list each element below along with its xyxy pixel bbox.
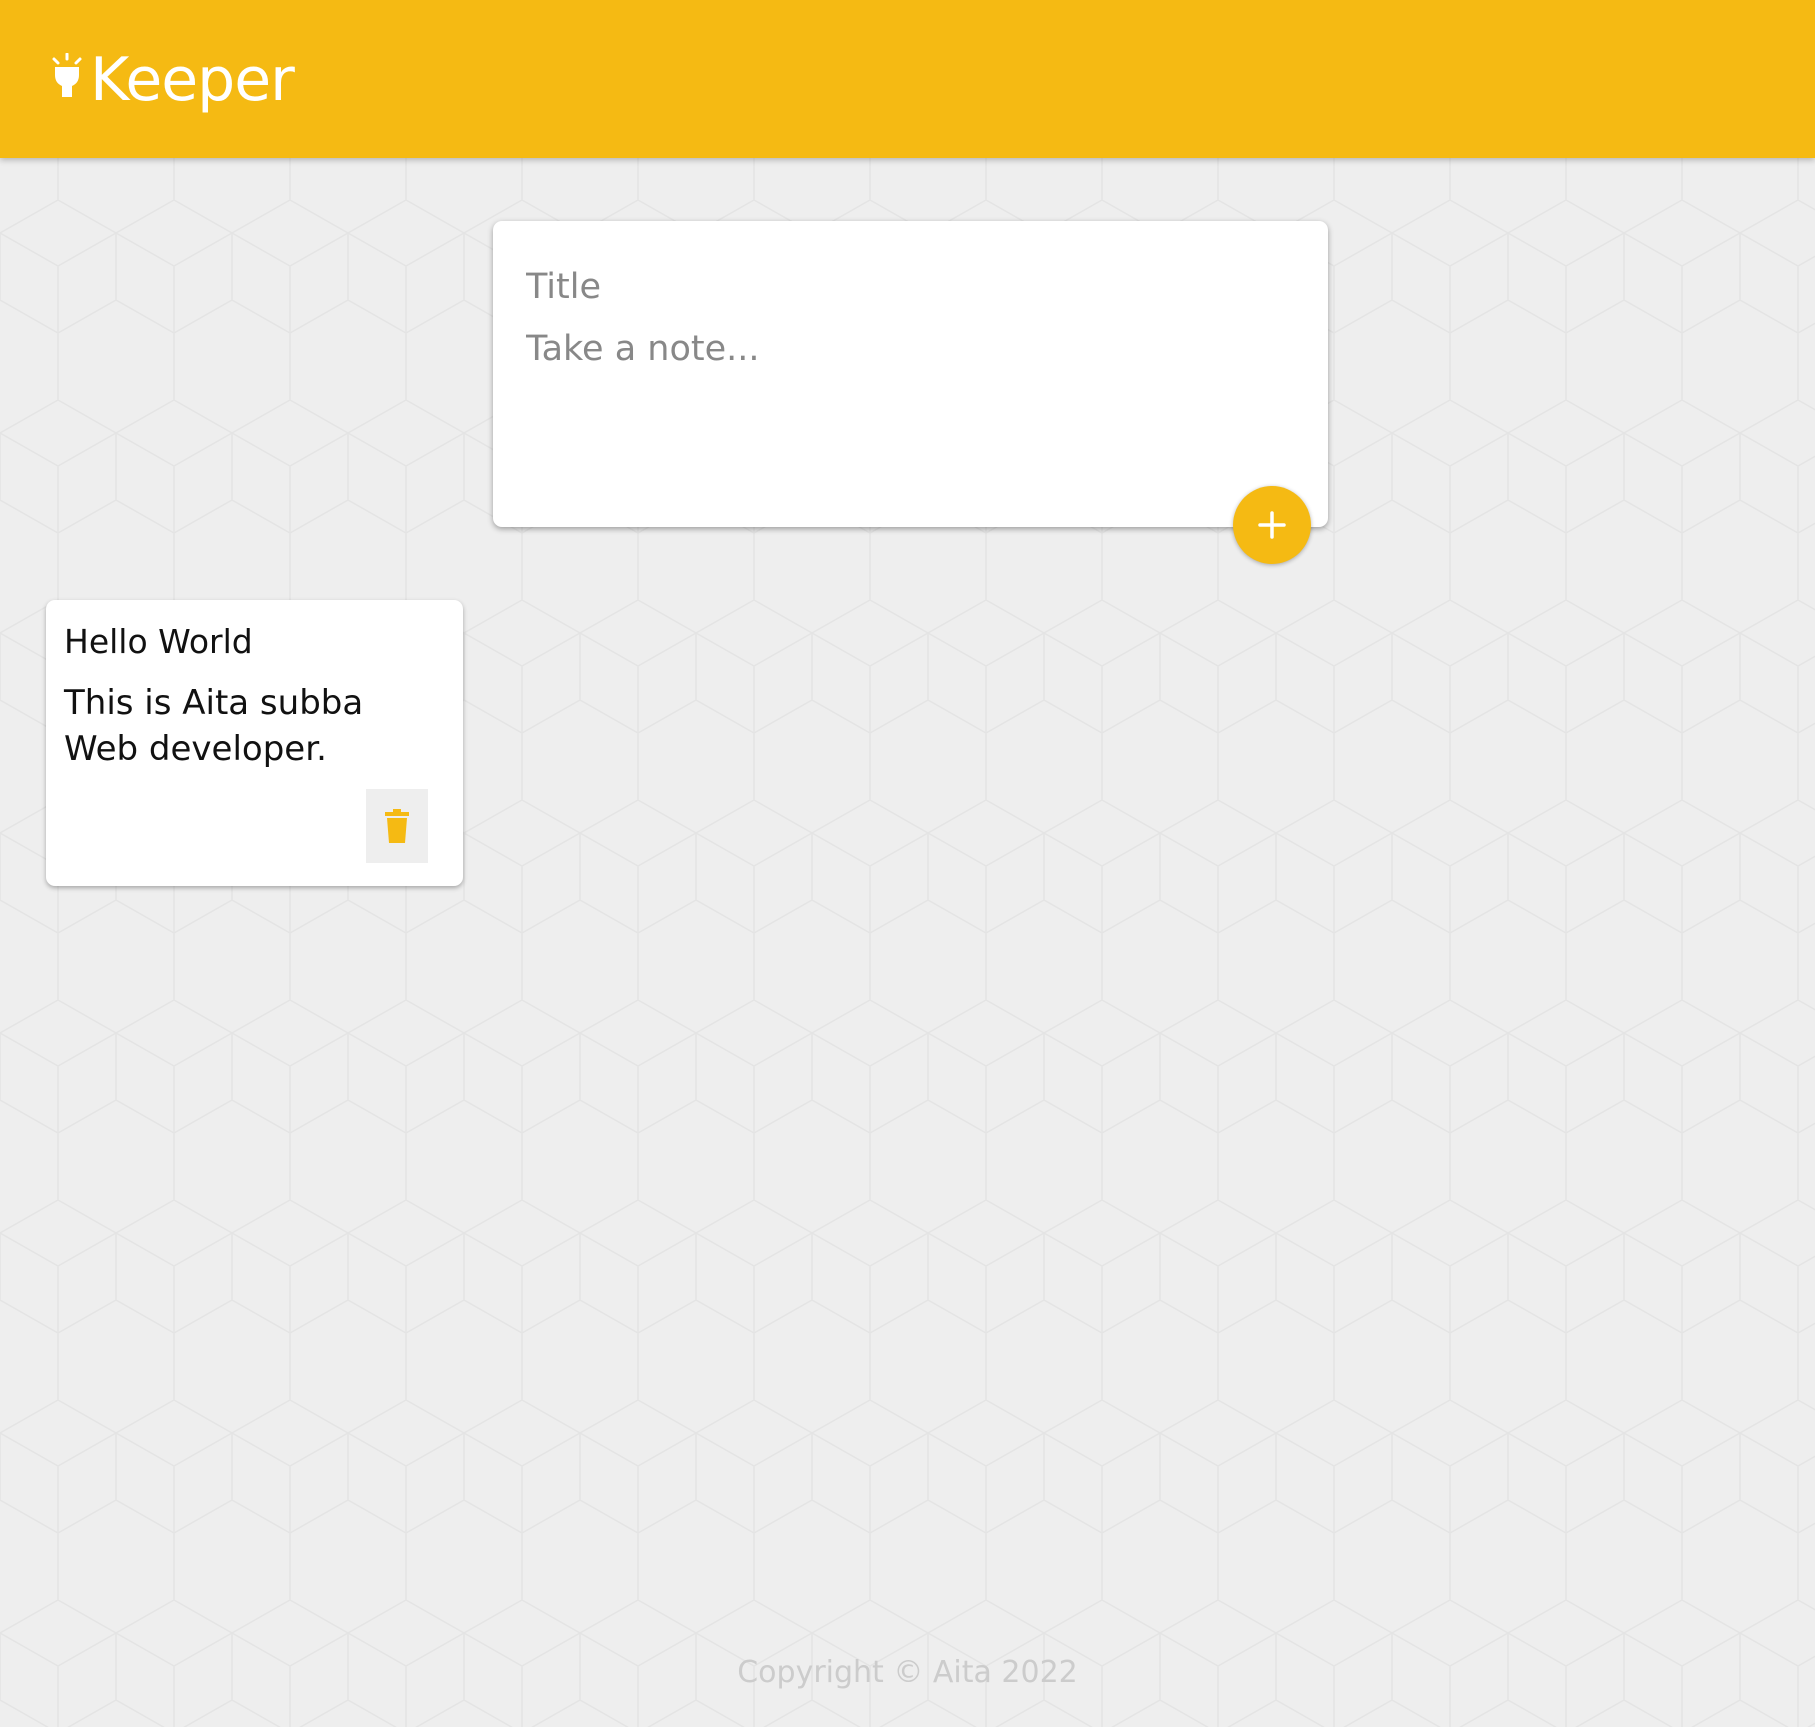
note-card: Hello World This is Aita subba Web devel… <box>46 600 463 886</box>
app-header: Keeper <box>0 0 1815 158</box>
footer: Copyright © Aita 2022 <box>0 1655 1815 1690</box>
note-content: This is Aita subba Web developer. <box>64 683 364 769</box>
copyright-text: Copyright © Aita 2022 <box>737 1655 1078 1690</box>
trash-icon <box>385 809 409 843</box>
lightbulb-icon <box>52 53 82 97</box>
create-note-form <box>493 221 1328 564</box>
note-content-input[interactable] <box>526 329 1286 479</box>
delete-note-button[interactable] <box>366 789 428 863</box>
add-note-button[interactable] <box>1233 486 1311 564</box>
note-title: Hello World <box>64 622 253 661</box>
app-title: Keeper <box>90 45 295 115</box>
plus-icon <box>1258 511 1286 539</box>
note-title-input[interactable] <box>526 263 1286 311</box>
app-logo[interactable]: Keeper <box>50 40 295 120</box>
